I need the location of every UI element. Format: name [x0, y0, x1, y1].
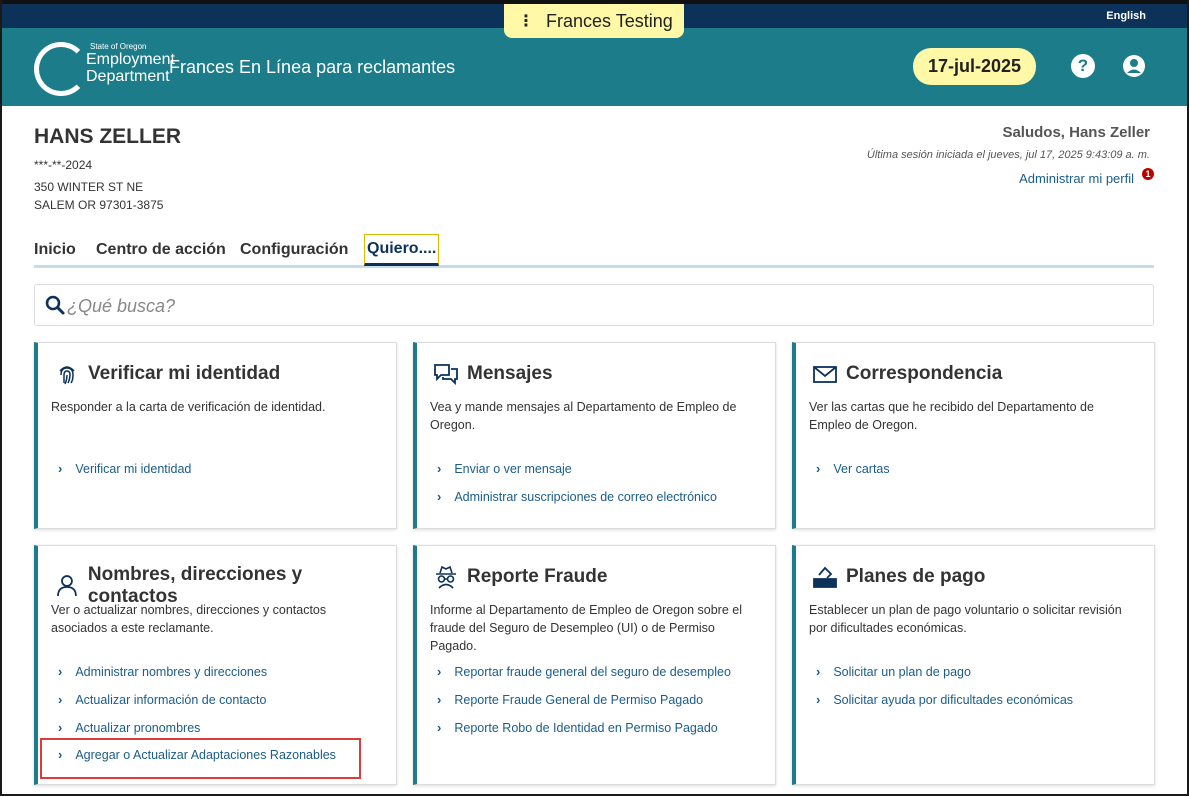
card-title: Planes de pago — [846, 566, 986, 587]
link-label[interactable]: Reportar fraude general del seguro de de… — [454, 665, 731, 679]
link-label[interactable]: Reporte Fraude General de Permiso Pagado — [454, 693, 703, 707]
chevron-right-icon: › — [816, 461, 821, 476]
card-title: Verificar mi identidad — [88, 363, 281, 384]
chevron-right-icon: › — [437, 461, 442, 476]
chevron-right-icon: › — [58, 461, 63, 476]
tab-centro-de-accion[interactable]: Centro de acción — [96, 234, 226, 266]
link-email-subscriptions[interactable]: › Administrar suscripciones de correo ele… — [437, 489, 717, 504]
last-login: Última sesión iniciada el jueves, jul 17… — [866, 149, 1150, 161]
link-label[interactable]: Administrar suscripciones de correo elec… — [454, 490, 717, 504]
card-description: Vea y mande mensajes al Departamento de … — [430, 400, 737, 432]
greeting: Saludos, Hans Zeller — [1002, 124, 1150, 141]
card-title: Mensajes — [467, 363, 553, 384]
spy-icon — [436, 565, 456, 589]
app-title: Frances En Línea para reclamantes — [169, 57, 456, 77]
link-label[interactable]: Reporte Robo de Identidad en Permiso Pag… — [454, 721, 717, 735]
logo-line-1: Employment — [86, 51, 175, 68]
link-label[interactable]: Actualizar pronombres — [75, 721, 200, 735]
card-description: Responder a la carta de verificación de … — [51, 400, 326, 414]
page-frame: English ⋮ Frances Testing State of Orego… — [0, 0, 1189, 796]
tab-quiero[interactable]: Quiero.... — [364, 234, 440, 266]
help-icon[interactable]: ? — [1071, 54, 1095, 78]
user-account-icon[interactable] — [1122, 54, 1146, 78]
card-description: Ver o actualizar nombres, direcciones y … — [51, 603, 327, 635]
search-input[interactable]: ¿Qué busca? — [67, 296, 175, 317]
card-messages: Mensajes Vea y mande mensajes al Departa… — [413, 342, 776, 529]
chevron-right-icon: › — [58, 692, 63, 707]
kebab-menu-icon[interactable]: ⋮ — [518, 11, 534, 31]
link-label[interactable]: Actualizar información de contacto — [75, 693, 266, 707]
search-icon — [45, 295, 65, 315]
link-label[interactable]: Solicitar un plan de pago — [833, 665, 971, 679]
app-header: State of Oregon Employment Department Fr… — [2, 28, 1187, 106]
chevron-right-icon: › — [437, 720, 442, 735]
tab-configuracion[interactable]: Configuración — [240, 234, 348, 266]
link-update-contact-info[interactable]: › Actualizar información de contacto — [58, 692, 266, 707]
link-label[interactable]: Verificar mi identidad — [75, 462, 191, 476]
link-request-hardship-help[interactable]: › Solicitar ayuda por dificultades económ… — [816, 692, 1073, 707]
logo-small-text: State of Oregon — [90, 42, 147, 51]
card-payment-plans: Planes de pago Establecer un plan de pag… — [792, 545, 1155, 785]
link-request-payment-plan[interactable]: › Solicitar un plan de pago — [816, 664, 971, 679]
link-report-paid-leave-fraud[interactable]: › Reporte Fraude General de Permiso Pagad… — [437, 692, 703, 707]
main-tabs: Inicio Centro de acción Configuración Qu… — [34, 234, 1154, 268]
link-update-pronouns[interactable]: › Actualizar pronombres — [58, 720, 200, 735]
link-send-view-message[interactable]: › Enviar o ver mensaje — [437, 461, 572, 476]
link-report-identity-theft[interactable]: › Reporte Robo de Identidad en Permiso Pa… — [437, 720, 718, 735]
person-icon — [57, 575, 77, 597]
employment-department-logo[interactable]: State of Oregon Employment Department — [34, 38, 175, 96]
tab-inicio[interactable]: Inicio — [34, 234, 76, 266]
search-box[interactable]: ¿Qué busca? — [34, 284, 1154, 326]
link-verify-identity[interactable]: › Verificar mi identidad — [58, 461, 191, 476]
link-label[interactable]: Administrar nombres y direcciones — [75, 665, 267, 679]
card-title: Reporte Fraude — [467, 566, 608, 587]
chevron-right-icon: › — [816, 692, 821, 707]
link-manage-names-addresses[interactable]: › Administrar nombres y direcciones — [58, 664, 267, 679]
fingerprint-icon — [59, 366, 75, 385]
annotation-highlight-box — [40, 738, 361, 779]
card-correspondence: Correspondencia Ver las cartas que he re… — [792, 342, 1155, 529]
card-description: Ver las cartas que he recibido del Depar… — [809, 400, 1094, 432]
card-report-fraud: Reporte Fraude Informe al Departamento d… — [413, 545, 776, 785]
claimant-address-line1: 350 WINTER ST NE — [34, 180, 144, 194]
profile-notification-badge: 1 — [1142, 168, 1154, 180]
link-label[interactable]: Enviar o ver mensaje — [454, 462, 571, 476]
link-label[interactable]: Solicitar ayuda por dificultades económi… — [833, 693, 1073, 707]
logo-line-2: Department — [86, 68, 170, 85]
chevron-right-icon: › — [816, 664, 821, 679]
language-link[interactable]: English — [1106, 10, 1146, 22]
link-label[interactable]: Ver cartas — [833, 462, 889, 476]
chevron-right-icon: › — [58, 720, 63, 735]
claimant-ssn: ***-**-2024 — [34, 158, 93, 172]
ballot-box-icon — [813, 566, 837, 588]
envelope-icon — [813, 366, 837, 383]
card-verify-identity: Verificar mi identidad Responder a la ca… — [34, 342, 397, 529]
chevron-right-icon: › — [437, 489, 442, 504]
chevron-right-icon: › — [58, 664, 63, 679]
chevron-right-icon: › — [437, 692, 442, 707]
testing-user-name: Frances Testing — [546, 10, 673, 31]
manage-profile-link[interactable]: Administrar mi perfil — [1019, 171, 1134, 186]
card-description: Informe al Departamento de Empleo de Ore… — [430, 603, 742, 653]
claimant-address-line2: SALEM OR 97301-3875 — [34, 198, 164, 212]
card-description: Establecer un plan de pago voluntario o … — [809, 603, 1122, 635]
link-view-letters[interactable]: › Ver cartas — [816, 461, 890, 476]
chevron-right-icon: › — [437, 664, 442, 679]
logo-swoosh-icon — [34, 42, 88, 96]
link-report-ui-fraud[interactable]: › Reportar fraude general del seguro de d… — [437, 664, 731, 679]
testing-user-badge[interactable]: ⋮ Frances Testing — [504, 4, 684, 38]
card-title: Correspondencia — [846, 363, 1003, 384]
claimant-name: HANS ZELLER — [34, 125, 181, 148]
chat-icon — [434, 364, 458, 386]
current-date-badge: 17-jul-2025 — [913, 48, 1036, 85]
